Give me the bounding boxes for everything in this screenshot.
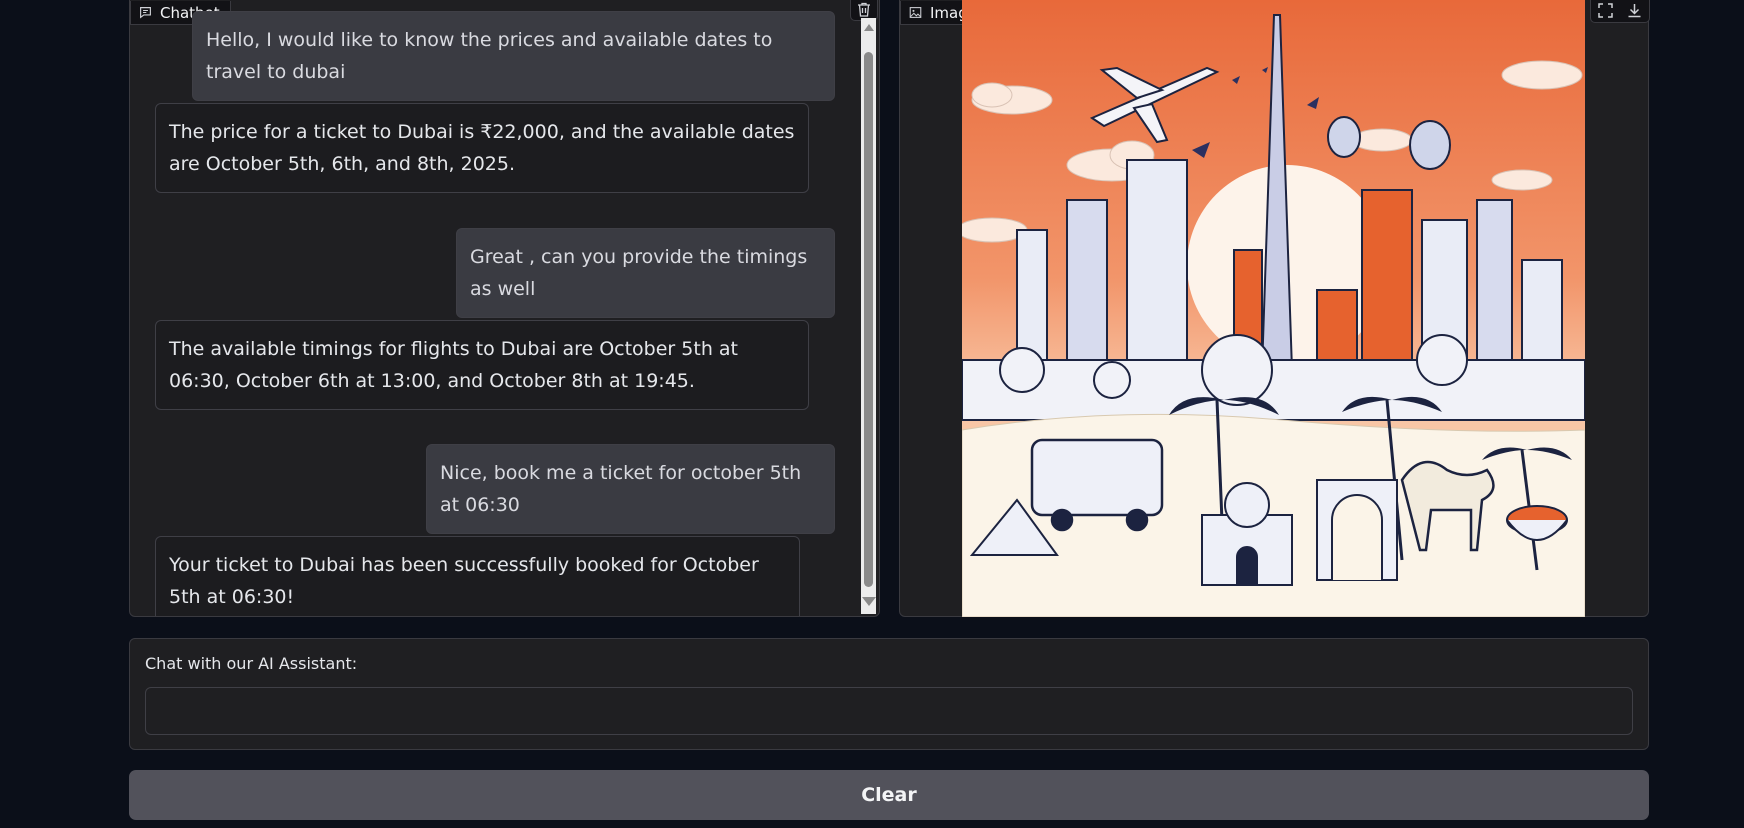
chatbot-panel: Chatbot Hello, I would like to know the … [129,0,880,617]
user-message: Hello, I would like to know the prices a… [192,11,835,101]
user-message: Great , can you provide the timings as w… [456,228,835,318]
scroll-down-arrow[interactable] [862,597,876,606]
clear-button[interactable]: Clear [129,770,1649,820]
dubai-illustration [962,0,1585,617]
chat-input-panel: Chat with our AI Assistant: [129,638,1649,750]
bot-message: The price for a ticket to Dubai is ₹22,0… [155,103,809,193]
download-icon[interactable] [1627,3,1642,18]
image-toolbar [1590,0,1650,23]
image-icon [909,7,922,18]
trash-icon [858,2,870,17]
chat-input[interactable] [145,687,1633,735]
user-message: Nice, book me a ticket for october 5th a… [426,444,835,534]
fullscreen-icon[interactable] [1598,2,1613,18]
chat-icon [140,7,151,19]
bot-message: Your ticket to Dubai has been successful… [155,536,800,616]
chat-input-label: Chat with our AI Assistant: [145,654,358,673]
scroll-up-arrow[interactable] [864,24,874,31]
chat-scrollbar-thumb[interactable] [864,52,873,587]
bot-message: The available timings for flights to Dub… [155,320,809,410]
